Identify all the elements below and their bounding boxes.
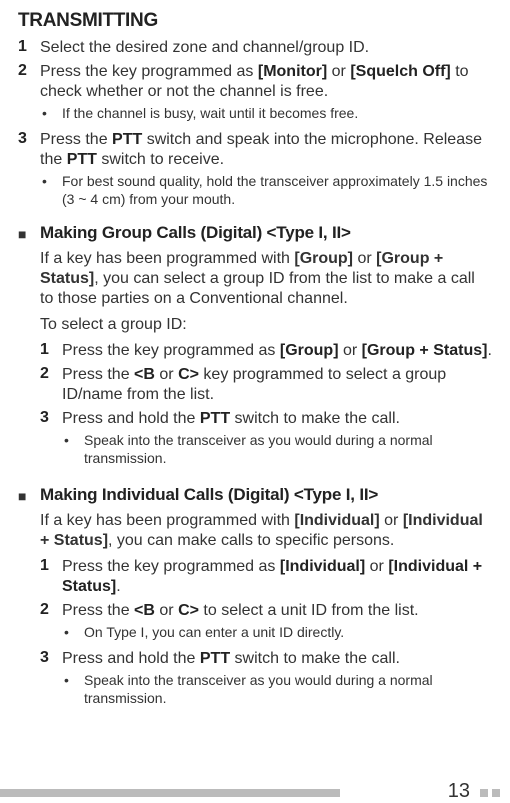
bullet-list: • On Type I, you can enter a unit ID dir… bbox=[62, 623, 419, 641]
footer-square-icon bbox=[480, 789, 488, 797]
step-text: Press the key programmed as [Group] or [… bbox=[62, 341, 492, 361]
section-step-1: 1 Press the key programmed as [Group] or… bbox=[40, 341, 492, 361]
section-step-3: 3 Press and hold the PTT switch to make … bbox=[40, 649, 492, 711]
step-text: Press and hold the PTT switch to make th… bbox=[62, 409, 492, 471]
bullet-item: • Speak into the transceiver as you woul… bbox=[62, 431, 492, 467]
section-marker-icon: ■ bbox=[18, 485, 40, 716]
page-footer: 13 bbox=[0, 777, 510, 803]
section-intro: If a key has been programmed with [Indiv… bbox=[40, 511, 492, 551]
bullet-item: • For best sound quality, hold the trans… bbox=[40, 172, 492, 208]
bullet-text: Speak into the transceiver as you would … bbox=[84, 431, 492, 467]
section-step-list: 1 Press the key programmed as [Group] or… bbox=[40, 341, 492, 471]
step-text: Press the <B or C> key programmed to sel… bbox=[62, 365, 492, 405]
step-number: 3 bbox=[40, 649, 62, 711]
step-text: Press the <B or C> to select a unit ID f… bbox=[62, 601, 419, 645]
footer-bar-icon bbox=[0, 789, 340, 797]
step-1: 1 Select the desired zone and channel/gr… bbox=[18, 38, 492, 58]
footer-square-icon bbox=[492, 789, 500, 797]
section-intro: If a key has been programmed with [Group… bbox=[40, 249, 492, 309]
step-text: Select the desired zone and channel/grou… bbox=[40, 38, 369, 58]
step-number: 3 bbox=[18, 130, 40, 212]
step-number: 1 bbox=[18, 38, 40, 58]
step-number: 2 bbox=[40, 601, 62, 645]
bullet-text: If the channel is busy, wait until it be… bbox=[62, 104, 358, 122]
step-2: 2 Press the key programmed as [Monitor] … bbox=[18, 62, 492, 126]
section-step-1: 1 Press the key programmed as [Individua… bbox=[40, 557, 492, 597]
page-content: TRANSMITTING 1 Select the desired zone a… bbox=[0, 0, 510, 716]
section-step-list: 1 Press the key programmed as [Individua… bbox=[40, 557, 492, 712]
bullet-list: • Speak into the transceiver as you woul… bbox=[62, 431, 492, 467]
step-number: 1 bbox=[40, 341, 62, 361]
section-individual-calls: ■ Making Individual Calls (Digital) <Typ… bbox=[18, 485, 492, 716]
section-title: Making Individual Calls (Digital) <Type … bbox=[40, 485, 492, 505]
bullet-dot-icon: • bbox=[40, 172, 62, 208]
page-number: 13 bbox=[448, 780, 470, 803]
section-group-calls: ■ Making Group Calls (Digital) <Type I, … bbox=[18, 223, 492, 475]
bullet-item: • Speak into the transceiver as you woul… bbox=[62, 671, 492, 707]
step-number: 1 bbox=[40, 557, 62, 597]
bullet-item: • If the channel is busy, wait until it … bbox=[40, 104, 492, 122]
section-step-3: 3 Press and hold the PTT switch to make … bbox=[40, 409, 492, 471]
section-title: Making Group Calls (Digital) <Type I, II… bbox=[40, 223, 492, 243]
step-text: Press the key programmed as [Individual]… bbox=[62, 557, 492, 597]
bullet-dot-icon: • bbox=[40, 104, 62, 122]
bullet-text: For best sound quality, hold the transce… bbox=[62, 172, 492, 208]
bullet-text: On Type I, you can enter a unit ID direc… bbox=[84, 623, 344, 641]
bullet-dot-icon: • bbox=[62, 623, 84, 641]
step-number: 3 bbox=[40, 409, 62, 471]
step-number: 2 bbox=[40, 365, 62, 405]
step-text: Press and hold the PTT switch to make th… bbox=[62, 649, 492, 711]
bullet-text: Speak into the transceiver as you would … bbox=[84, 671, 492, 707]
bullet-dot-icon: • bbox=[62, 671, 84, 707]
section-marker-icon: ■ bbox=[18, 223, 40, 475]
bullet-list: • If the channel is busy, wait until it … bbox=[40, 104, 492, 122]
bullet-list: • For best sound quality, hold the trans… bbox=[40, 172, 492, 208]
main-step-list: 1 Select the desired zone and channel/gr… bbox=[18, 38, 492, 213]
bullet-list: • Speak into the transceiver as you woul… bbox=[62, 671, 492, 707]
bullet-item: • On Type I, you can enter a unit ID dir… bbox=[62, 623, 419, 641]
step-text: Press the key programmed as [Monitor] or… bbox=[40, 62, 492, 126]
section-step-2: 2 Press the <B or C> to select a unit ID… bbox=[40, 601, 492, 645]
section-step-2: 2 Press the <B or C> key programmed to s… bbox=[40, 365, 492, 405]
step-text: Press the PTT switch and speak into the … bbox=[40, 130, 492, 212]
step-3: 3 Press the PTT switch and speak into th… bbox=[18, 130, 492, 212]
step-number: 2 bbox=[18, 62, 40, 126]
bullet-dot-icon: • bbox=[62, 431, 84, 467]
section-lead: To select a group ID: bbox=[40, 315, 492, 335]
page-title: TRANSMITTING bbox=[18, 10, 492, 32]
